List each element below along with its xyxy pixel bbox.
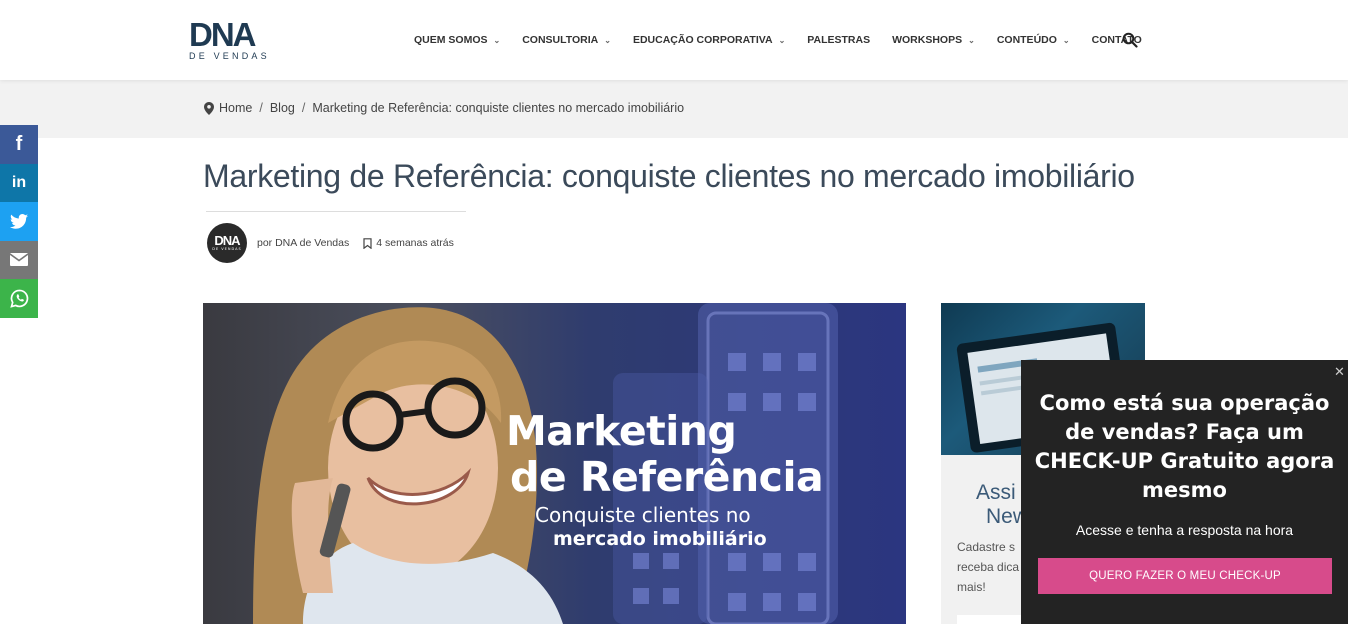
chevron-down-icon: ⌄: [968, 35, 975, 45]
nav-label: PALESTRAS: [807, 34, 871, 46]
nav-workshops[interactable]: WORKSHOPS ⌄: [892, 32, 975, 48]
hero-title-line1: Marketing: [506, 407, 737, 455]
breadcrumb-current: Marketing de Referência: conquiste clien…: [312, 101, 685, 115]
nav-label: CONSULTORIA: [522, 34, 599, 46]
twitter-share-button[interactable]: [0, 202, 38, 241]
whatsapp-icon: [9, 289, 28, 308]
nav-label: EDUCAÇÃO CORPORATIVA: [632, 34, 773, 46]
breadcrumb-blog[interactable]: Blog: [270, 101, 295, 115]
popup-heading: Como está sua operação de vendas? Faça u…: [1034, 391, 1335, 502]
search-icon[interactable]: [1122, 32, 1138, 48]
newsletter-description: Cadastre s receba dica mais!: [957, 540, 1020, 594]
title-divider: [206, 211, 466, 212]
social-share-bar: f in: [0, 125, 38, 318]
breadcrumb-separator: /: [301, 101, 306, 115]
post-title: Marketing de Referência: conquiste clien…: [203, 158, 1135, 194]
post-meta: DNA DE VENDAS por DNA de Vendas 4 semana…: [207, 223, 454, 263]
chevron-down-icon: ⌄: [604, 35, 611, 45]
facebook-share-button[interactable]: f: [0, 125, 38, 164]
avatar-sub-text: DE VENDAS: [212, 247, 242, 251]
nav-label: QUEM SOMOS: [414, 34, 488, 46]
linkedin-icon: in: [11, 173, 27, 191]
post-author[interactable]: por DNA de Vendas: [257, 237, 349, 249]
chevron-down-icon: ⌄: [493, 35, 501, 45]
hero-image: Marketing de Referência Conquiste client…: [203, 303, 906, 624]
hero-subtitle-line2: mercado imobiliário: [553, 528, 767, 550]
nav-palestras[interactable]: PALESTRAS: [807, 32, 870, 48]
nav-quem-somos[interactable]: QUEM SOMOS ⌄: [414, 32, 500, 48]
nav-consultoria[interactable]: CONSULTORIA ⌄: [522, 32, 611, 48]
email-icon: [10, 253, 28, 267]
location-pin-icon: [204, 101, 214, 115]
chevron-down-icon: ⌄: [778, 35, 786, 45]
post-date: 4 semanas atrás: [363, 237, 454, 249]
linkedin-share-button[interactable]: in: [0, 163, 38, 202]
nav-label: CONTEÚDO: [996, 34, 1057, 46]
logo-sub-text: DE VENDAS: [189, 51, 270, 61]
email-share-button[interactable]: [0, 240, 38, 279]
facebook-icon: f: [15, 132, 23, 155]
breadcrumb-separator: /: [259, 101, 263, 115]
hero-title-line2: de Referência: [510, 453, 824, 501]
whatsapp-share-button[interactable]: [0, 279, 38, 318]
main-nav: QUEM SOMOS ⌄ CONSULTORIA ⌄ EDUCAÇÃO CORPOR…: [414, 32, 1164, 48]
site-logo[interactable]: DNA DE VENDAS: [189, 18, 284, 62]
breadcrumb-home[interactable]: Home: [219, 101, 252, 115]
author-avatar[interactable]: DNA DE VENDAS: [207, 223, 247, 263]
logo-main-text: DNA: [189, 16, 257, 53]
site-header: DNA DE VENDAS QUEM SOMOS ⌄ CONSULTORIA ⌄ E…: [0, 0, 1348, 80]
breadcrumb: Home / Blog / Marketing de Referência: c…: [204, 101, 684, 115]
avatar-main-text: DNA: [214, 233, 240, 248]
checkup-cta-button[interactable]: QUERO FAZER O MEU CHECK-UP: [1038, 558, 1332, 594]
nav-educacao-corporativa[interactable]: EDUCAÇÃO CORPORATIVA ⌄: [633, 32, 785, 48]
nav-conteudo[interactable]: CONTEÚDO ⌄: [997, 32, 1070, 48]
chevron-down-icon: ⌄: [1062, 35, 1070, 45]
bookmark-icon: [363, 237, 372, 249]
close-icon[interactable]: ✕: [1334, 365, 1345, 380]
nav-label: WORKSHOPS: [892, 34, 963, 46]
twitter-icon: [10, 213, 28, 229]
popup-text: Acesse e tenha a resposta na hora: [1075, 522, 1294, 538]
hero-subtitle-line1: Conquiste clientes no: [535, 503, 751, 527]
post-date-text: 4 semanas atrás: [376, 237, 454, 249]
breadcrumb-bar: Home / Blog / Marketing de Referência: c…: [0, 80, 1348, 138]
